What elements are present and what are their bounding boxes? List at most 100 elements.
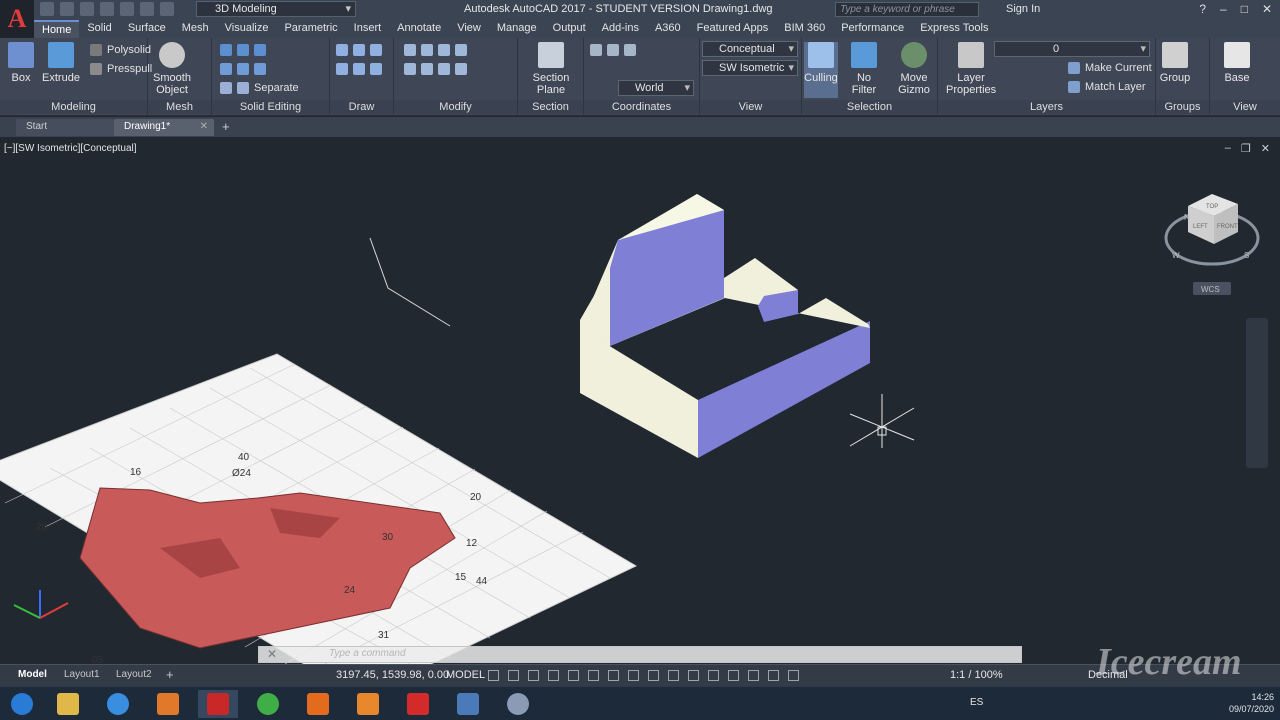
grid-icon[interactable] xyxy=(488,670,499,681)
workspace-dropdown[interactable]: 3D Modeling xyxy=(196,1,356,17)
array-icon[interactable] xyxy=(438,63,450,75)
taskbar-internet-explorer[interactable] xyxy=(98,690,138,718)
ucs-origin-icon[interactable] xyxy=(624,44,636,56)
ucs-icon[interactable] xyxy=(590,44,602,56)
plot-icon[interactable] xyxy=(120,2,134,16)
system-clock[interactable]: 14:26 09/07/2020 xyxy=(1229,691,1274,715)
ucs-world-icon[interactable] xyxy=(607,44,619,56)
polar-icon[interactable] xyxy=(548,670,559,681)
dynamic-ucs-icon[interactable] xyxy=(708,670,719,681)
fillet-icon[interactable] xyxy=(455,63,467,75)
tab-layout2[interactable]: Layout2 xyxy=(110,667,158,683)
move-gizmo-button[interactable]: Move Gizmo xyxy=(894,42,934,96)
drawing-viewport[interactable]: [−][SW Isometric][Conceptual] – ❐ ✕ 40 Ø… xyxy=(0,138,1280,664)
taskbar-app-window[interactable] xyxy=(448,690,488,718)
taskbar-screen-recorder[interactable] xyxy=(498,690,538,718)
panel-title-layers[interactable]: Layers xyxy=(938,100,1155,114)
taskbar-app-orange-2[interactable] xyxy=(348,690,388,718)
intersect-icon[interactable] xyxy=(254,44,266,56)
tab-add-ins[interactable]: Add-ins xyxy=(594,20,647,38)
line-icon[interactable] xyxy=(336,44,348,56)
panel-title-modify[interactable]: Modify xyxy=(394,100,517,114)
3d-align-icon[interactable] xyxy=(404,63,416,75)
undo-icon[interactable] xyxy=(140,2,154,16)
tab-annotate[interactable]: Annotate xyxy=(389,20,449,38)
subtract-icon[interactable] xyxy=(237,44,249,56)
command-line[interactable]: ✕ Type a command xyxy=(258,646,1022,663)
tab-model[interactable]: Model xyxy=(12,667,53,683)
view-preset-dropdown[interactable]: SW Isometric xyxy=(702,60,798,76)
imprint-icon[interactable] xyxy=(254,63,266,75)
panel-title-coordinates[interactable]: Coordinates xyxy=(584,100,699,114)
viewcube[interactable]: TOP LEFT FRONT N W S WCS xyxy=(1164,194,1260,295)
panel-title-groups[interactable]: Groups xyxy=(1156,100,1209,114)
3d-move-icon[interactable] xyxy=(438,44,450,56)
tab-bim-360[interactable]: BIM 360 xyxy=(776,20,833,38)
panel-title-section[interactable]: Section xyxy=(518,100,583,114)
auto-scale-icon[interactable] xyxy=(788,670,799,681)
section-plane-button[interactable]: Section Plane xyxy=(528,42,574,96)
panel-title-view-base[interactable]: View xyxy=(1210,100,1280,114)
minimize-icon[interactable]: – xyxy=(1220,2,1227,16)
tab-start[interactable]: Start xyxy=(16,119,114,136)
search-input[interactable]: Type a keyword or phrase xyxy=(835,2,979,17)
snap-icon[interactable] xyxy=(508,670,519,681)
interfere-icon[interactable] xyxy=(237,63,249,75)
box-button[interactable]: Box xyxy=(6,42,36,84)
visual-style-dropdown[interactable]: Conceptual xyxy=(702,41,798,57)
presspull-button[interactable]: Presspull xyxy=(90,63,152,75)
annotation-visibility-icon[interactable] xyxy=(768,670,779,681)
tab-a360[interactable]: A360 xyxy=(647,20,689,38)
new-icon[interactable] xyxy=(40,2,54,16)
tab-mesh[interactable]: Mesh xyxy=(174,20,217,38)
move-icon[interactable] xyxy=(404,44,416,56)
autocad-app-menu-icon[interactable]: A xyxy=(0,0,34,38)
taskbar-media-player[interactable] xyxy=(148,690,188,718)
panel-title-draw[interactable]: Draw xyxy=(330,100,393,114)
tab-layout1[interactable]: Layout1 xyxy=(58,667,106,683)
model-space-button[interactable]: MODEL xyxy=(446,669,485,681)
3d-solid-model[interactable] xyxy=(580,194,870,458)
base-view-button[interactable]: Base xyxy=(1222,42,1252,84)
match-layer-button[interactable]: Match Layer xyxy=(1068,81,1146,93)
transparency-icon[interactable] xyxy=(648,670,659,681)
circle-icon[interactable] xyxy=(353,63,365,75)
start-button[interactable] xyxy=(2,690,42,718)
layer-properties-button[interactable]: Layer Properties xyxy=(946,42,996,96)
3d-mirror-icon[interactable] xyxy=(421,63,433,75)
polyline-icon[interactable] xyxy=(353,44,365,56)
separate-button[interactable]: Separate xyxy=(220,82,299,94)
object-snap-icon[interactable] xyxy=(608,670,619,681)
language-indicator[interactable]: ES xyxy=(970,697,983,708)
tab-home[interactable]: Home xyxy=(34,20,80,38)
union-icon[interactable] xyxy=(220,44,232,56)
group-button[interactable]: Group xyxy=(1158,42,1192,84)
ortho-icon[interactable] xyxy=(528,670,539,681)
isodraft-icon[interactable] xyxy=(568,670,579,681)
lineweight-icon[interactable] xyxy=(628,670,639,681)
save-as-icon[interactable] xyxy=(100,2,114,16)
3d-osnap-icon[interactable] xyxy=(688,670,699,681)
maximize-icon[interactable]: □ xyxy=(1241,2,1248,16)
tab-insert[interactable]: Insert xyxy=(346,20,390,38)
annotation-scale[interactable]: 1:1 / 100% xyxy=(950,669,1003,681)
tab-parametric[interactable]: Parametric xyxy=(276,20,345,38)
polysolid-button[interactable]: Polysolid xyxy=(90,44,151,56)
taskbar-app-orange-1[interactable] xyxy=(298,690,338,718)
tab-visualize[interactable]: Visualize xyxy=(217,20,277,38)
open-icon[interactable] xyxy=(60,2,74,16)
taskbar-chrome[interactable] xyxy=(248,690,288,718)
tab-drawing1[interactable]: Drawing1* ✕ xyxy=(114,119,214,136)
command-input[interactable]: Type a command xyxy=(329,648,406,659)
panel-title-mesh[interactable]: Mesh xyxy=(148,100,211,114)
smooth-object-button[interactable]: Smooth Object xyxy=(152,42,192,96)
save-icon[interactable] xyxy=(80,2,94,16)
panel-title-solid-editing[interactable]: Solid Editing xyxy=(212,100,329,114)
close-tab-icon[interactable]: ✕ xyxy=(200,119,208,135)
new-tab-icon[interactable]: + xyxy=(222,119,230,134)
tab-view[interactable]: View xyxy=(449,20,489,38)
panel-title-selection[interactable]: Selection xyxy=(802,100,937,114)
ucs-dropdown[interactable]: World xyxy=(618,80,694,96)
tab-performance[interactable]: Performance xyxy=(833,20,912,38)
slice-icon[interactable] xyxy=(220,63,232,75)
